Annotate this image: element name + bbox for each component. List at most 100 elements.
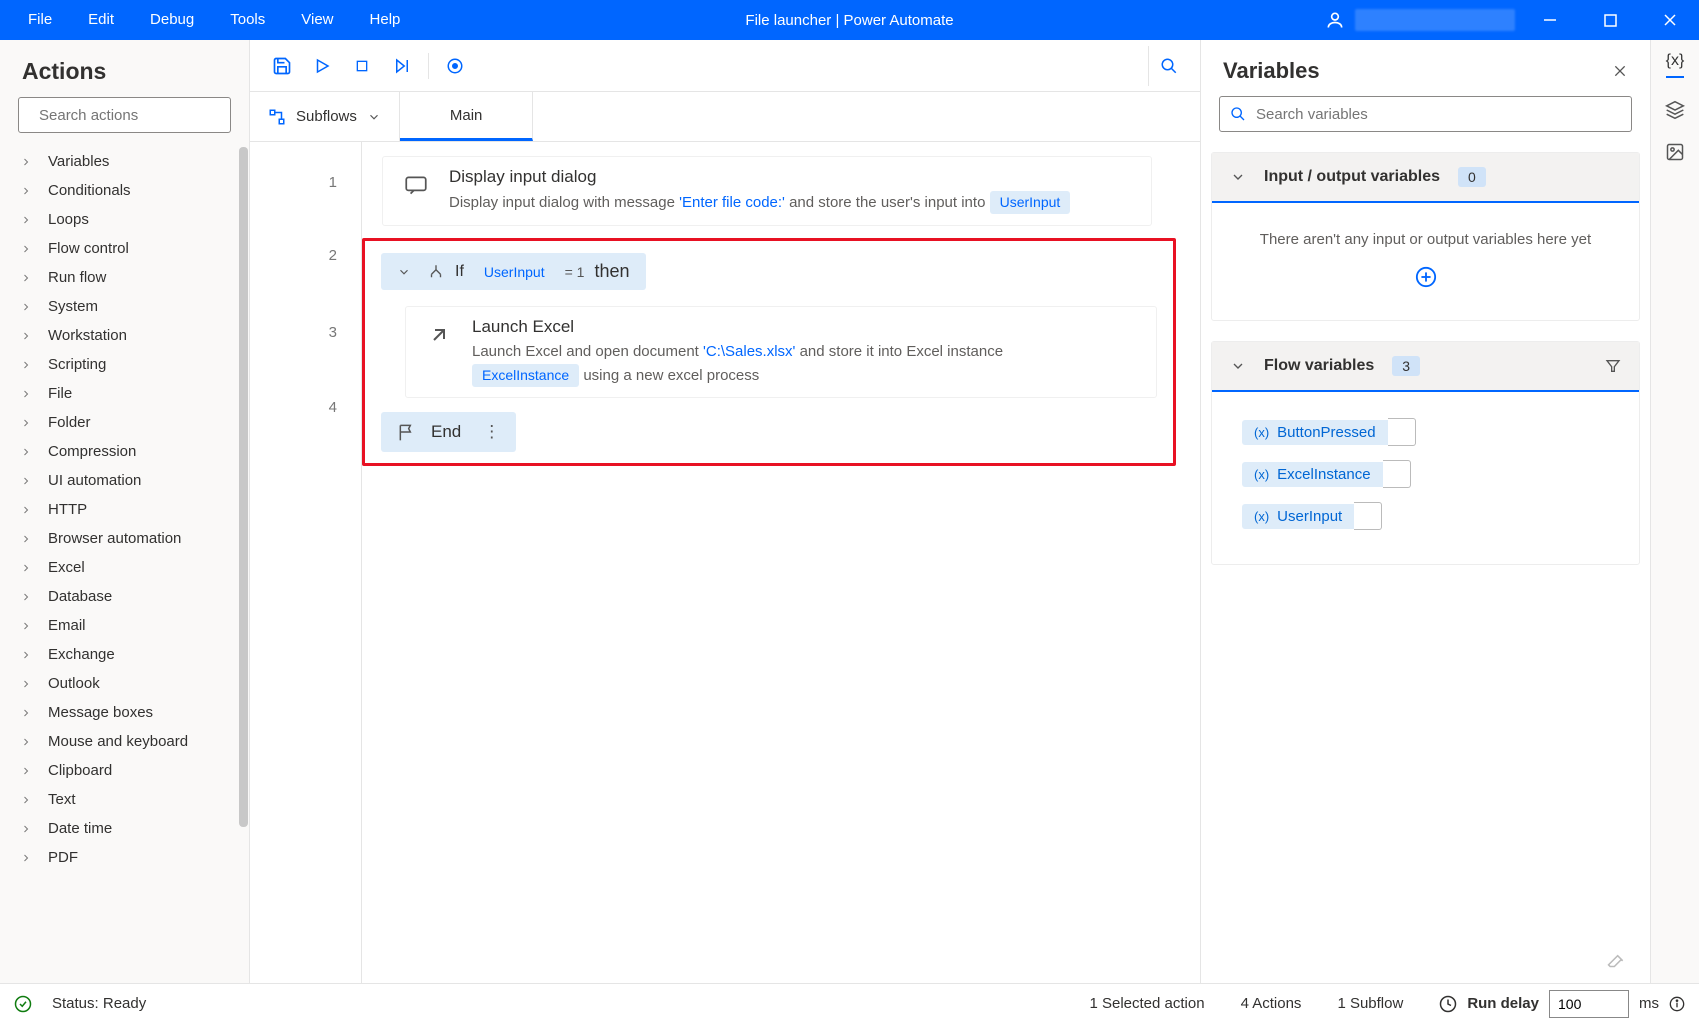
run-delay-input[interactable] — [1549, 990, 1629, 1018]
action-categories[interactable]: Variables ConditionalsLoops Flow control Ru… — [0, 147, 249, 983]
io-variables-header[interactable]: Input / output variables 0 — [1212, 153, 1639, 203]
step-end[interactable]: End ⋮ — [381, 412, 516, 452]
actions-search-input[interactable] — [39, 107, 238, 124]
flow-canvas[interactable]: 1 2 3 4 Display input dialog Display inp… — [250, 142, 1200, 983]
menu-file[interactable]: File — [10, 0, 70, 40]
window-minimize-button[interactable] — [1525, 0, 1575, 40]
stop-button[interactable] — [342, 46, 382, 86]
run-button[interactable] — [302, 46, 342, 86]
chevron-right-icon — [20, 765, 34, 777]
action-category[interactable]: UI automation — [0, 466, 249, 495]
rail-variables-icon[interactable]: {x} — [1666, 52, 1685, 78]
menu-tools[interactable]: Tools — [212, 0, 283, 40]
chevron-down-icon — [367, 110, 381, 124]
action-category[interactable]: Date time — [0, 814, 249, 843]
variable-value-box[interactable] — [1354, 502, 1382, 530]
user-name[interactable] — [1355, 9, 1515, 31]
variable-value-box[interactable] — [1383, 460, 1411, 488]
chevron-right-icon — [20, 185, 34, 197]
window-maximize-button[interactable] — [1585, 0, 1635, 40]
close-variables-button[interactable] — [1612, 63, 1628, 79]
action-category[interactable]: Workstation — [0, 321, 249, 350]
flow-variable-item[interactable]: (x)ExcelInstance — [1242, 460, 1609, 488]
subflows-button[interactable]: Subflows — [250, 92, 400, 141]
chevron-right-icon — [20, 794, 34, 806]
info-icon[interactable] — [1669, 996, 1685, 1012]
window-close-button[interactable] — [1645, 0, 1695, 40]
action-category[interactable]: Message boxes — [0, 698, 249, 727]
tab-main[interactable]: Main — [400, 92, 534, 141]
chevron-right-icon — [20, 243, 34, 255]
branch-icon — [427, 263, 445, 281]
actions-count: 4 Actions — [1241, 995, 1302, 1012]
collapse-icon[interactable] — [397, 265, 411, 279]
action-category[interactable]: Exchange — [0, 640, 249, 669]
io-variables-section: Input / output variables 0 There aren't … — [1211, 152, 1640, 321]
category-label: Email — [48, 617, 86, 634]
filter-button[interactable] — [1605, 358, 1621, 374]
rail-images-icon[interactable] — [1665, 142, 1685, 162]
action-category[interactable]: Folder — [0, 408, 249, 437]
category-label: Variables — [48, 153, 109, 170]
action-category[interactable]: Clipboard — [0, 756, 249, 785]
end-label: End — [431, 422, 461, 442]
chevron-down-icon[interactable] — [1230, 169, 1246, 185]
step-display-input-dialog[interactable]: Display input dialog Display input dialo… — [382, 156, 1152, 226]
action-category[interactable]: Excel — [0, 553, 249, 582]
chevron-right-icon — [20, 620, 34, 632]
action-category[interactable]: System — [0, 292, 249, 321]
action-category[interactable]: Compression — [0, 437, 249, 466]
flow-variable-item[interactable]: (x)UserInput — [1242, 502, 1609, 530]
action-category[interactable]: Flow control — [0, 234, 249, 263]
menu-view[interactable]: View — [283, 0, 351, 40]
line-number: 1 — [250, 174, 361, 191]
chevron-right-icon — [20, 330, 34, 342]
action-category[interactable]: Variables — [0, 147, 249, 176]
chevron-down-icon[interactable] — [1230, 358, 1246, 374]
action-category[interactable]: Conditionals — [0, 176, 249, 205]
flow-variable-item[interactable]: (x)ButtonPressed — [1242, 418, 1609, 446]
step-if[interactable]: If UserInput = 1 then — [381, 253, 646, 290]
record-button[interactable] — [435, 46, 475, 86]
action-category[interactable]: Database — [0, 582, 249, 611]
step-launch-excel[interactable]: Launch Excel Launch Excel and open docum… — [405, 306, 1157, 398]
step-button[interactable] — [382, 46, 422, 86]
action-category[interactable]: Run flow — [0, 263, 249, 292]
action-category[interactable]: Mouse and keyboard — [0, 727, 249, 756]
action-category[interactable]: Text — [0, 785, 249, 814]
action-category[interactable]: Scripting — [0, 350, 249, 379]
eraser-icon[interactable] — [1606, 949, 1626, 969]
action-category[interactable]: Loops — [0, 205, 249, 234]
person-icon — [1325, 10, 1345, 30]
rail-layers-icon[interactable] — [1665, 100, 1685, 120]
menu-edit[interactable]: Edit — [70, 0, 132, 40]
chevron-right-icon — [20, 417, 34, 429]
category-label: System — [48, 298, 98, 315]
menu-help[interactable]: Help — [352, 0, 419, 40]
run-delay-label: Run delay — [1467, 995, 1539, 1012]
launch-icon — [424, 320, 454, 350]
action-category[interactable]: Email — [0, 611, 249, 640]
category-label: Run flow — [48, 269, 106, 286]
add-io-variable-button[interactable] — [1415, 266, 1437, 288]
right-rail: {x} — [1651, 40, 1699, 983]
actions-search[interactable] — [18, 97, 231, 133]
menu-debug[interactable]: Debug — [132, 0, 212, 40]
variables-search[interactable] — [1219, 96, 1632, 132]
main-menu: File Edit Debug Tools View Help — [0, 0, 418, 40]
action-category[interactable]: PDF — [0, 843, 249, 872]
category-label: Flow control — [48, 240, 129, 257]
variable-value-box[interactable] — [1388, 418, 1416, 446]
action-category[interactable]: HTTP — [0, 495, 249, 524]
flow-variables-header[interactable]: Flow variables 3 — [1212, 342, 1639, 392]
more-icon[interactable]: ⋮ — [475, 422, 500, 442]
action-category[interactable]: File — [0, 379, 249, 408]
scrollbar[interactable] — [239, 147, 248, 827]
action-category[interactable]: Browser automation — [0, 524, 249, 553]
variables-search-input[interactable] — [1256, 106, 1621, 123]
save-button[interactable] — [262, 46, 302, 86]
category-label: Database — [48, 588, 112, 605]
flow-search-button[interactable] — [1148, 46, 1188, 86]
category-label: Excel — [48, 559, 85, 576]
action-category[interactable]: Outlook — [0, 669, 249, 698]
